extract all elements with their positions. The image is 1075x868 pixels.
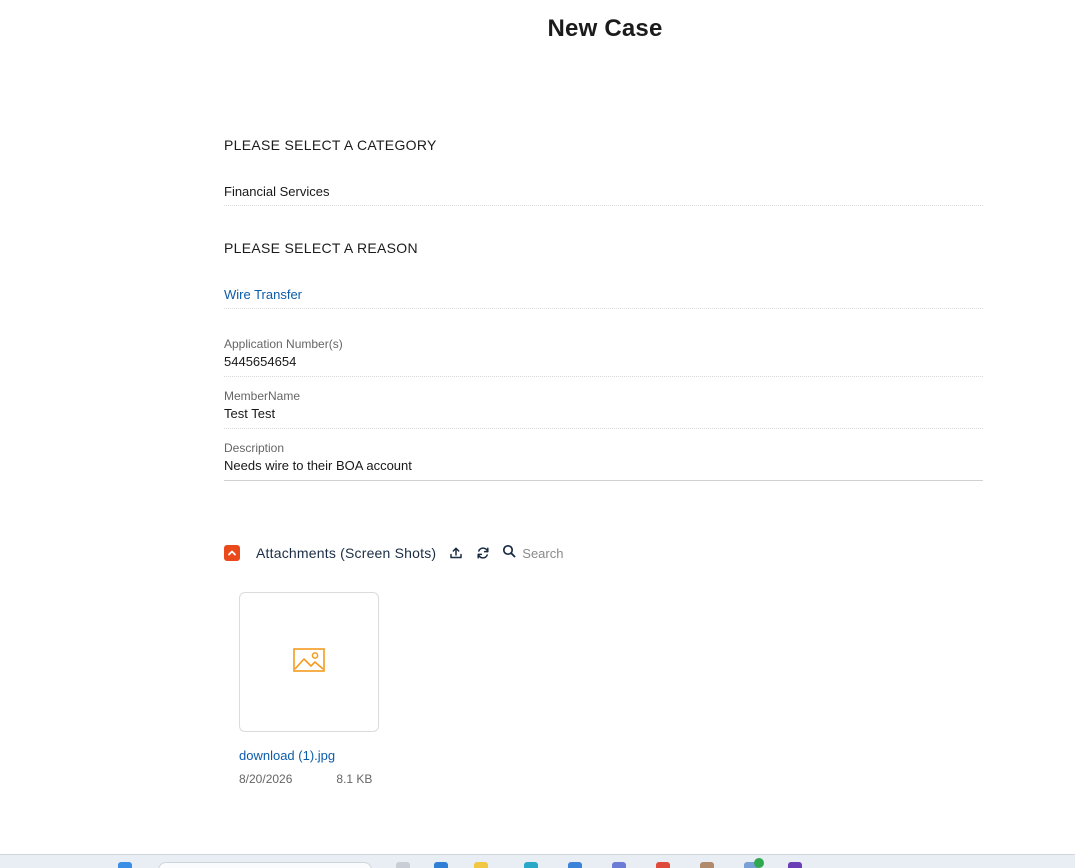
reason-heading: PLEASE SELECT A REASON — [224, 240, 418, 256]
attachment-date: 8/20/2026 — [239, 772, 293, 786]
os-taskbar — [0, 854, 1075, 868]
taskbar-app-icon[interactable] — [788, 862, 802, 868]
category-heading: PLEASE SELECT A CATEGORY — [224, 137, 437, 153]
member-name-field[interactable]: MemberName Test Test — [224, 389, 983, 429]
category-select[interactable]: Financial Services — [224, 184, 983, 206]
attachment-file-meta: 8/20/2026 8.1 KB — [239, 772, 372, 786]
description-value[interactable]: Needs wire to their BOA account — [224, 457, 983, 475]
attachment-size: 8.1 KB — [336, 772, 373, 786]
refresh-icon[interactable] — [475, 545, 491, 561]
chevron-up-icon[interactable] — [224, 545, 240, 561]
upload-icon[interactable] — [448, 545, 464, 561]
attachments-header: Attachments (Screen Shots) — [224, 544, 643, 563]
search-icon — [502, 544, 516, 563]
taskbar-app-icon[interactable] — [656, 862, 670, 868]
search-input[interactable] — [522, 545, 643, 561]
taskbar-search[interactable] — [158, 862, 372, 868]
application-number-label: Application Number(s) — [224, 337, 343, 351]
application-number-value[interactable]: 5445654654 — [224, 353, 983, 371]
taskbar-app-icon[interactable] — [700, 862, 714, 868]
reason-select[interactable]: Wire Transfer — [224, 287, 983, 309]
page-title: New Case — [547, 15, 663, 42]
member-name-label: MemberName — [224, 389, 301, 403]
member-name-value[interactable]: Test Test — [224, 405, 983, 423]
taskbar-app-icon[interactable] — [612, 862, 626, 868]
attachments-search[interactable] — [502, 544, 643, 563]
taskbar-app-icon[interactable] — [524, 862, 538, 868]
check-icon — [754, 858, 764, 868]
application-number-field[interactable]: Application Number(s) 5445654654 — [224, 337, 983, 377]
attachment-file-name[interactable]: download (1).jpg — [239, 748, 335, 763]
attachments-title: Attachments (Screen Shots) — [256, 545, 437, 561]
description-label: Description — [224, 441, 285, 455]
attachment-thumbnail[interactable] — [239, 592, 379, 732]
start-icon[interactable] — [118, 862, 132, 868]
taskbar-app-icon[interactable] — [434, 862, 448, 868]
new-case-page: New Case PLEASE SELECT A CATEGORY Financ… — [0, 0, 1075, 868]
taskbar-app-icon[interactable] — [474, 862, 488, 868]
taskbar-app-icon[interactable] — [568, 862, 582, 868]
description-field[interactable]: Description Needs wire to their BOA acco… — [224, 441, 983, 481]
taskbar-app-icon[interactable] — [396, 862, 410, 868]
image-icon — [293, 647, 325, 677]
